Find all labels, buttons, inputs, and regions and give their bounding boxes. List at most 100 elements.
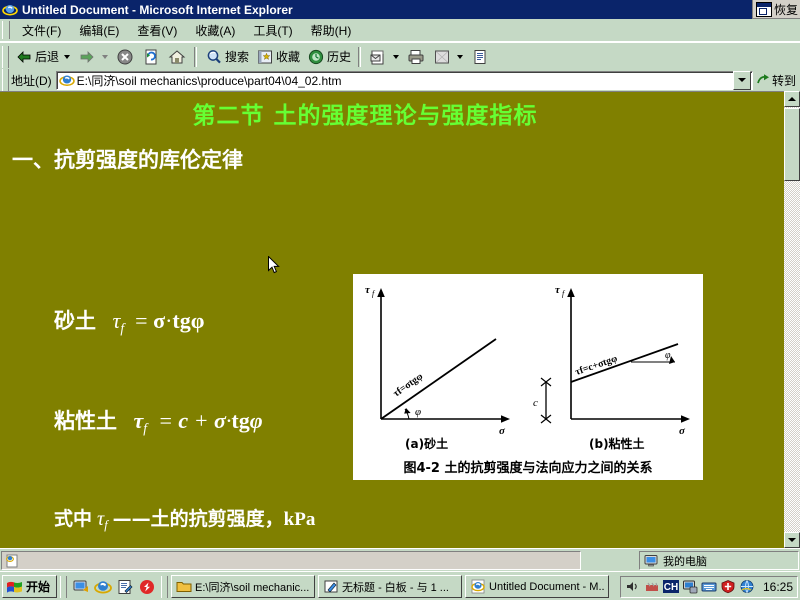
- mail-dropdown-arrow[interactable]: [393, 54, 400, 59]
- volume-icon[interactable]: [625, 579, 641, 594]
- ie-icon[interactable]: [2, 2, 18, 17]
- edit-icon: [432, 47, 452, 67]
- edit-dropdown-arrow[interactable]: [457, 54, 464, 59]
- display-icon[interactable]: [682, 579, 698, 594]
- history-label: 历史: [327, 50, 352, 64]
- svg-text:τf=σtgφ: τf=σtgφ: [391, 371, 425, 399]
- window-titlebar[interactable]: Untitled Document - Microsoft Internet E…: [0, 0, 800, 19]
- home-icon: [167, 47, 187, 67]
- menubar-grip[interactable]: [2, 21, 10, 39]
- svg-text:τf=c+σtgφ: τf=c+σtgφ: [574, 353, 619, 378]
- vertical-scrollbar[interactable]: [784, 91, 800, 548]
- svg-text:f: f: [372, 289, 376, 298]
- scroll-up-icon[interactable]: [784, 91, 800, 107]
- toolbar-separator-2: [358, 46, 362, 67]
- forward-button[interactable]: [74, 45, 100, 68]
- refresh-icon: [141, 47, 161, 67]
- svg-text:τ: τ: [365, 284, 371, 296]
- address-input[interactable]: E:\同济\soil mechanics\produce\part04\04_0…: [55, 70, 753, 90]
- status-zone-pane[interactable]: 我的电脑: [639, 551, 799, 570]
- svg-text:CH: CH: [664, 582, 678, 593]
- flash-icon[interactable]: [138, 578, 156, 596]
- ie-icon: [470, 579, 486, 594]
- stop-icon: [115, 47, 135, 67]
- menu-favorites[interactable]: 收藏(A): [186, 20, 244, 41]
- notepad-icon[interactable]: [116, 578, 134, 596]
- toolbar-separator-1: [194, 46, 198, 67]
- restore-window-label: 恢复: [773, 2, 798, 17]
- taskbar-clock[interactable]: 16:25: [763, 580, 793, 594]
- back-button[interactable]: 后退: [11, 45, 62, 68]
- whiteboard-icon: [323, 579, 339, 594]
- favorites-button[interactable]: 收藏: [252, 45, 303, 68]
- start-button[interactable]: 开始: [2, 575, 58, 598]
- edit-button[interactable]: [429, 45, 455, 68]
- taskbar: 开始 E:\同济\soil mechanic... 无标题 - 白板 - 与 1…: [0, 571, 800, 600]
- go-button[interactable]: 转到: [753, 70, 800, 90]
- windows-flag-icon: [6, 579, 23, 595]
- formula-sand-label: 砂土: [54, 309, 96, 333]
- svg-text:c: c: [533, 397, 538, 409]
- taskbar-item-explorer[interactable]: E:\同济\soil mechanic...: [171, 575, 316, 598]
- page-icon: [4, 554, 20, 568]
- search-icon: [204, 47, 224, 67]
- menu-tools[interactable]: 工具(T): [244, 20, 301, 41]
- toolbar-grip[interactable]: [2, 45, 9, 68]
- favorites-star-icon: [255, 47, 275, 67]
- start-label: 开始: [26, 580, 51, 594]
- address-label: 地址(D): [11, 73, 52, 88]
- history-button[interactable]: 历史: [303, 45, 354, 68]
- note-tau-prefix: 式中: [54, 508, 93, 530]
- taskbar-divider-2[interactable]: [161, 575, 169, 598]
- folder-icon: [176, 579, 192, 594]
- status-bar: 我的电脑: [0, 548, 800, 572]
- scroll-thumb[interactable]: [784, 108, 800, 181]
- forward-arrow-icon: [77, 47, 97, 67]
- svg-text:τ: τ: [555, 284, 561, 296]
- figure-caption: 图4-2 土的抗剪强度与法向应力之间的关系: [403, 461, 653, 476]
- shield-icon[interactable]: [720, 579, 736, 594]
- taskbar-item-ie[interactable]: Untitled Document - M...: [465, 575, 610, 598]
- discuss-button[interactable]: [467, 45, 493, 68]
- addressbar-grip[interactable]: [2, 69, 9, 91]
- menu-edit[interactable]: 编辑(E): [70, 20, 128, 41]
- scroll-down-icon[interactable]: [784, 532, 800, 548]
- address-value[interactable]: E:\同济\soil mechanics\produce\part04\04_0…: [77, 72, 733, 89]
- globe-icon[interactable]: [739, 579, 755, 594]
- chevron-down-icon: [737, 78, 746, 82]
- forward-dropdown-arrow[interactable]: [102, 54, 109, 59]
- home-button[interactable]: [164, 45, 190, 68]
- mail-button[interactable]: [365, 45, 391, 68]
- quick-launch-bar: [70, 578, 158, 596]
- ie-browser-icon[interactable]: [94, 578, 112, 596]
- print-button[interactable]: [403, 45, 429, 68]
- discuss-icon: [470, 47, 490, 67]
- taskbar-item-whiteboard[interactable]: 无标题 - 白板 - 与 1 ...: [318, 575, 463, 598]
- favorites-label: 收藏: [276, 50, 301, 64]
- my-computer-icon: [643, 554, 659, 568]
- browser-viewport: 第二节 土的强度理论与强度指标 一、抗剪强度的库伦定律 砂土 τf = σ·tg…: [0, 91, 800, 549]
- show-desktop-icon[interactable]: [72, 578, 90, 596]
- stop-button[interactable]: [112, 45, 138, 68]
- taskbar-item-whiteboard-label: 无标题 - 白板 - 与 1 ...: [342, 581, 449, 594]
- keyboard-icon[interactable]: [701, 579, 717, 594]
- restore-window-popup[interactable]: 恢复: [751, 0, 800, 19]
- svg-text:(a)砂土: (a)砂土: [405, 436, 448, 451]
- back-dropdown-arrow[interactable]: [64, 54, 71, 59]
- menu-help[interactable]: 帮助(H): [302, 20, 361, 41]
- back-label: 后退: [35, 50, 60, 64]
- note-tau-f: 式中 τf ——土的抗剪强度，kPa: [54, 508, 316, 532]
- taskbar-divider-1[interactable]: [60, 575, 68, 598]
- menu-file[interactable]: 文件(F): [13, 20, 70, 41]
- taskbar-item-explorer-label: E:\同济\soil mechanic...: [195, 581, 310, 594]
- restore-window-icon[interactable]: [755, 1, 772, 17]
- page-title: 第二节 土的强度理论与强度指标: [192, 103, 538, 129]
- menu-view[interactable]: 查看(V): [128, 20, 186, 41]
- refresh-button[interactable]: [138, 45, 164, 68]
- search-label: 搜索: [225, 50, 250, 64]
- search-button[interactable]: 搜索: [201, 45, 252, 68]
- ime-ch-icon[interactable]: CH: [662, 579, 679, 594]
- address-dropdown-button[interactable]: [732, 70, 751, 90]
- network-icon[interactable]: [644, 579, 660, 594]
- status-message-pane: [1, 551, 581, 570]
